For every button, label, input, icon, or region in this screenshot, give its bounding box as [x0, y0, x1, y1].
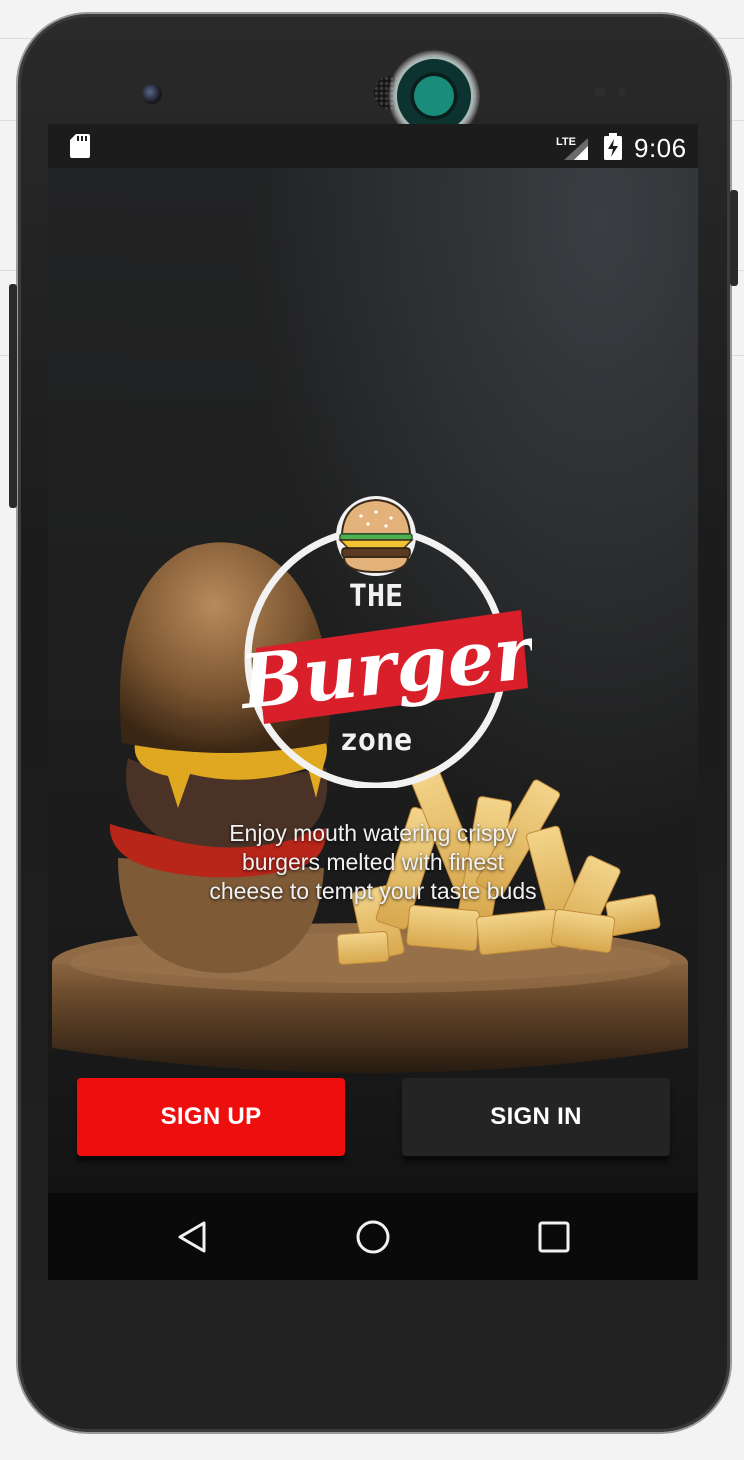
status-bar: LTE 9:06 [48, 124, 698, 168]
light-sensor [618, 88, 626, 96]
sign-up-button[interactable]: SIGN UP [77, 1078, 345, 1156]
logo-the-text: THE [349, 579, 403, 614]
svg-text:LTE: LTE [556, 136, 576, 148]
back-icon[interactable] [174, 1219, 210, 1255]
tagline-line-3: cheese to tempt your taste buds [209, 878, 537, 904]
status-time: 9:06 [634, 133, 687, 163]
logo-zone-text: zone [340, 723, 412, 758]
recents-icon[interactable] [536, 1219, 572, 1255]
logo-burger-text: Burger [235, 609, 532, 726]
sign-in-button[interactable]: SIGN IN [402, 1078, 670, 1156]
sd-card-icon [70, 134, 90, 158]
proximity-sensor [594, 86, 606, 98]
tagline: Enjoy mouth watering crispy burgers melt… [158, 819, 588, 906]
tagline-line-1: Enjoy mouth watering crispy [229, 820, 517, 846]
home-icon[interactable] [355, 1219, 391, 1255]
volume-button[interactable] [9, 284, 17, 508]
tagline-line-2: burgers melted with finest [241, 849, 505, 875]
app-screen: LTE 9:06 THE Burger zone Enjoy mouth wat… [48, 124, 698, 1280]
lte-signal-icon: LTE [556, 136, 588, 160]
battery-charging-icon [604, 133, 622, 160]
burger-zone-logo: THE Burger zone [235, 496, 532, 788]
welcome-view: THE Burger zone Enjoy mouth watering cri… [48, 168, 698, 1193]
power-button[interactable] [730, 190, 738, 286]
record-icon [410, 72, 458, 120]
front-camera [142, 84, 162, 104]
navigation-bar [48, 1193, 698, 1280]
burger-logo-icon [336, 496, 416, 576]
